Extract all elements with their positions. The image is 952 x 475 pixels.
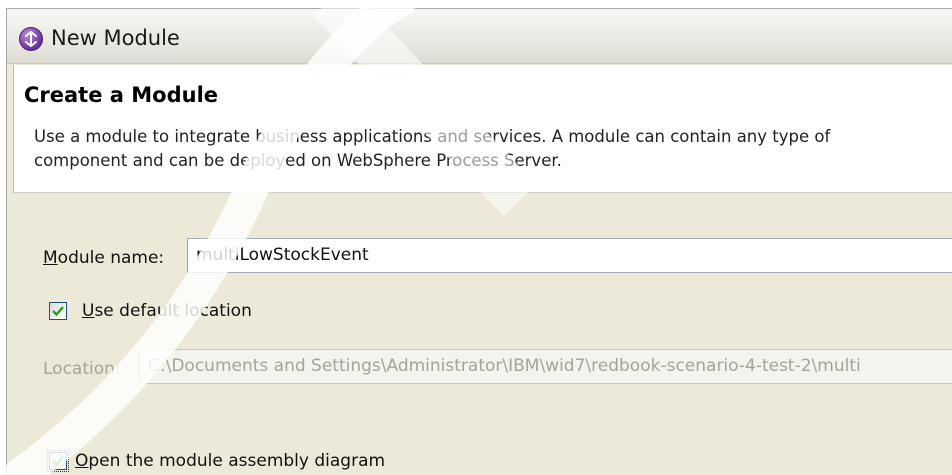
description-line-2: component and can be deployed on WebSphe…: [34, 151, 562, 170]
new-module-wizard-icon: [19, 27, 43, 51]
checkmark-icon: [52, 456, 64, 467]
use-default-location-checkbox[interactable]: [49, 302, 67, 320]
module-name-input[interactable]: multiLowStockEvent: [187, 238, 952, 273]
page-description: Use a module to integrate business appli…: [34, 125, 952, 173]
open-assembly-diagram-checkbox[interactable]: [47, 450, 69, 472]
open-assembly-diagram-label[interactable]: Open the module assembly diagram: [75, 451, 385, 471]
location-input[interactable]: C:\Documents and Settings\Administrator\…: [139, 349, 952, 384]
module-name-label: Module name:: [43, 248, 165, 268]
use-default-location-label[interactable]: Use default location: [82, 301, 252, 321]
checkmark-icon: [52, 306, 64, 317]
wizard-header: Create a Module Use a module to integrat…: [13, 65, 952, 193]
dialog-title: New Module: [51, 26, 180, 50]
new-module-dialog: New Module Create a Module Use a module …: [6, 8, 952, 475]
title-bar[interactable]: New Module: [7, 9, 952, 64]
location-label: Location:: [43, 359, 121, 379]
page-title: Create a Module: [24, 83, 219, 107]
wizard-body: Module name: multiLowStockEvent Use defa…: [7, 193, 952, 475]
description-line-1: Use a module to integrate business appli…: [34, 127, 831, 146]
